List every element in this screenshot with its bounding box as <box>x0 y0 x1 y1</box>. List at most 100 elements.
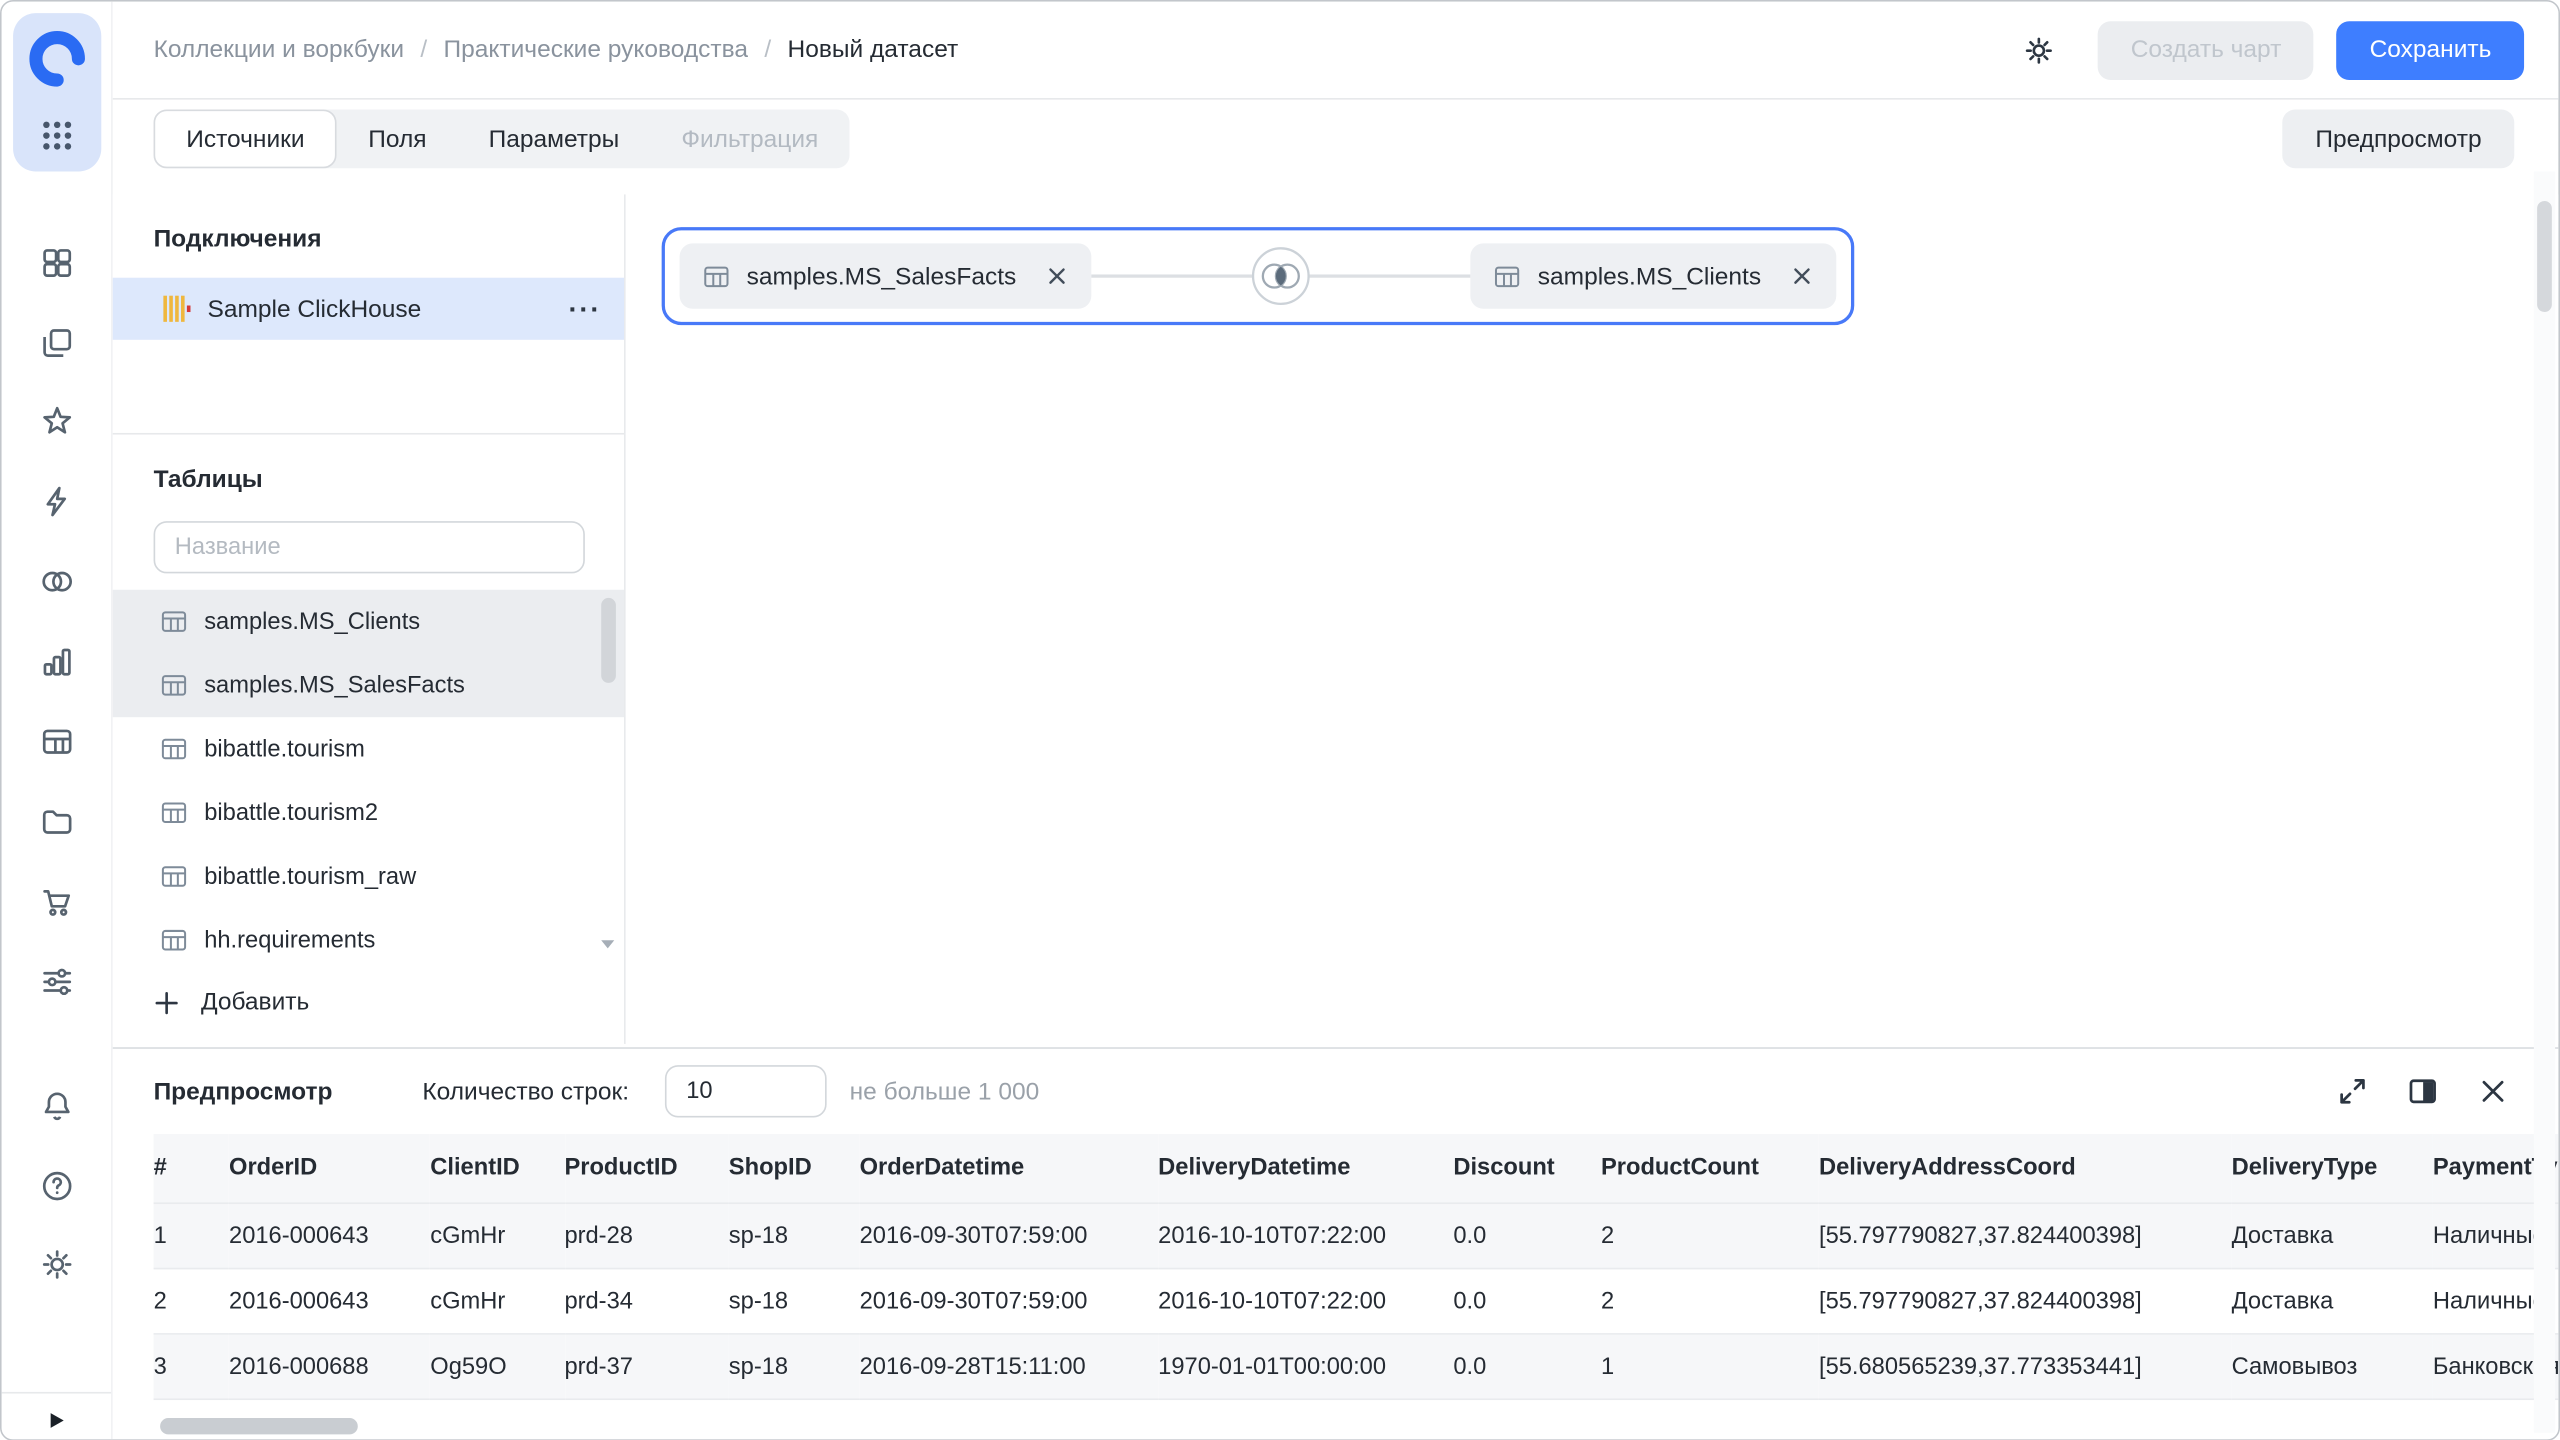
tab-filtering: Фильтрация <box>650 109 849 168</box>
tab-fields[interactable]: Поля <box>337 109 457 168</box>
table-list-item[interactable]: bibattle.tourism <box>113 717 624 781</box>
remove-source-icon[interactable] <box>1791 265 1814 288</box>
table-icon <box>160 926 188 954</box>
storage-icon[interactable] <box>39 804 75 840</box>
workbooks-icon[interactable] <box>39 325 75 361</box>
sidebar-divider <box>2 1392 111 1394</box>
source-chip-clients[interactable]: samples.MS_Clients <box>1471 243 1836 308</box>
notifications-icon[interactable] <box>39 1088 75 1124</box>
scroll-down-icon[interactable] <box>598 936 618 952</box>
breadcrumb-collections[interactable]: Коллекции и воркбуки <box>154 36 404 64</box>
connection-item[interactable]: Sample ClickHouse ··· <box>113 278 624 340</box>
cell: prd-34 <box>564 1269 728 1334</box>
cell: 0.0 <box>1453 1334 1601 1399</box>
cell: [55.680565239,37.773353441] <box>1819 1334 2232 1399</box>
table-row: 2 2016-000643 cGmHr prd-34 sp-18 2016-09… <box>154 1269 2559 1334</box>
expand-icon[interactable] <box>2336 1075 2369 1108</box>
cell: [55.797790827,37.824400398] <box>1819 1203 2232 1268</box>
column-header: OrderDatetime <box>860 1134 1159 1203</box>
table-list-item[interactable]: samples.MS_Clients <box>113 590 624 654</box>
tab-sources[interactable]: Источники <box>154 109 338 168</box>
datasets-icon[interactable] <box>39 724 75 760</box>
table-search-input[interactable] <box>154 521 585 573</box>
content-area: Подключения Sample ClickHouse ··· Таблиц… <box>113 194 2559 1044</box>
help-icon[interactable] <box>39 1168 75 1204</box>
inner-join-icon[interactable] <box>1252 247 1311 306</box>
expand-arrow-icon[interactable] <box>46 1410 67 1431</box>
apps-grid-icon[interactable] <box>39 118 75 154</box>
preview-toggle-button[interactable]: Предпросмотр <box>2283 109 2515 168</box>
preview-actions <box>2336 1075 2509 1108</box>
cell: Доставка <box>2232 1203 2433 1268</box>
preview-title: Предпросмотр <box>154 1077 333 1105</box>
row-count-hint: не больше 1 000 <box>850 1077 1040 1105</box>
table-icon <box>160 671 188 699</box>
column-header: # <box>154 1134 229 1203</box>
breadcrumb-workbook[interactable]: Практические руководства <box>404 36 748 64</box>
remove-source-icon[interactable] <box>1046 265 1069 288</box>
cell: Og59O <box>430 1334 564 1399</box>
cell: 1970-01-01T00:00:00 <box>1158 1334 1453 1399</box>
cell: [55.797790827,37.824400398] <box>1819 1269 2232 1334</box>
breadcrumb: Коллекции и воркбуки Практические руково… <box>154 36 959 64</box>
source-chip-salesfacts[interactable]: samples.MS_SalesFacts <box>680 243 1092 308</box>
datalens-logo-icon[interactable] <box>25 26 90 91</box>
create-chart-button: Создать чарт <box>2098 20 2314 79</box>
dataset-tabs: Источники Поля Параметры Фильтрация <box>154 109 850 168</box>
table-list-item[interactable]: hh.requirements <box>113 908 624 972</box>
table-name: samples.MS_Clients <box>204 609 420 635</box>
connections-icon[interactable] <box>39 564 75 600</box>
favorites-icon[interactable] <box>39 404 75 440</box>
cell: 2016-000643 <box>229 1203 430 1268</box>
connection-name: Sample ClickHouse <box>207 295 421 323</box>
add-table-label: Добавить <box>201 988 309 1016</box>
charts-icon[interactable] <box>39 644 75 680</box>
table-icon <box>702 262 730 290</box>
column-header: DeliveryAddressCoord <box>1819 1134 2232 1203</box>
cell: 2016-10-10T07:22:00 <box>1158 1269 1453 1334</box>
column-header: DeliveryDatetime <box>1158 1134 1453 1203</box>
dashboards-icon[interactable] <box>39 245 75 281</box>
cell: 2016-09-30T07:59:00 <box>860 1269 1159 1334</box>
cell: 2 <box>154 1269 229 1334</box>
table-header-row: # OrderID ClientID ProductID ShopID Orde… <box>154 1134 2559 1203</box>
cell: cGmHr <box>430 1269 564 1334</box>
preview-hscrollbar-thumb[interactable] <box>160 1418 358 1434</box>
cell: 2016-000643 <box>229 1269 430 1334</box>
table-list-item[interactable]: samples.MS_SalesFacts <box>113 653 624 717</box>
tab-bar: Источники Поля Параметры Фильтрация Пред… <box>113 100 2559 195</box>
save-button[interactable]: Сохранить <box>2337 20 2524 79</box>
column-header: ProductID <box>564 1134 728 1203</box>
add-table-button[interactable]: Добавить <box>154 988 310 1016</box>
table-list-item[interactable]: bibattle.tourism_raw <box>113 845 624 909</box>
service-settings-icon[interactable] <box>39 964 75 1000</box>
column-header: Discount <box>1453 1134 1601 1203</box>
cell: sp-18 <box>729 1203 860 1268</box>
table-list-item[interactable]: bibattle.tourism2 <box>113 781 624 845</box>
cell: Доставка <box>2232 1269 2433 1334</box>
connection-menu-icon[interactable]: ··· <box>569 295 602 323</box>
cell: 0.0 <box>1453 1203 1601 1268</box>
join-connector <box>1091 243 1470 308</box>
column-header: ShopID <box>729 1134 860 1203</box>
tables-scrollbar-thumb[interactable] <box>601 598 616 683</box>
row-count-input[interactable] <box>665 1065 827 1117</box>
app-window: Коллекции и воркбуки Практические руково… <box>0 0 2560 1440</box>
sources-canvas: samples.MS_SalesFacts <box>626 194 2559 1044</box>
main-scrollbar-thumb[interactable] <box>2537 201 2552 312</box>
marketplace-icon[interactable] <box>39 884 75 920</box>
cell: 2016-000688 <box>229 1334 430 1399</box>
dataset-settings-gear-icon[interactable] <box>2023 33 2056 66</box>
cell: cGmHr <box>430 1203 564 1268</box>
editor-icon[interactable] <box>39 484 75 520</box>
close-icon[interactable] <box>2477 1075 2510 1108</box>
settings-icon[interactable] <box>39 1247 75 1283</box>
table-name: bibattle.tourism_raw <box>204 863 416 889</box>
tab-parameters[interactable]: Параметры <box>458 109 651 168</box>
cell: prd-28 <box>564 1203 728 1268</box>
cell: 2016-09-28T15:11:00 <box>860 1334 1159 1399</box>
join-group: samples.MS_SalesFacts <box>662 227 1855 325</box>
cell: Самовывоз <box>2232 1334 2433 1399</box>
panel-divider <box>113 433 624 435</box>
split-view-icon[interactable] <box>2406 1075 2439 1108</box>
